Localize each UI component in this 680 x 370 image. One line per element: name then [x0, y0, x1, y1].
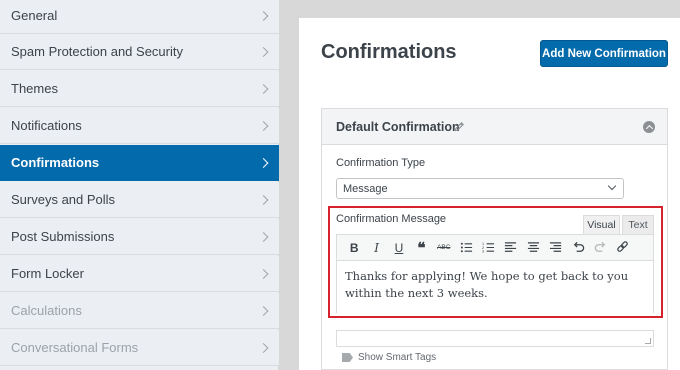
- bullet-list-icon[interactable]: [455, 238, 477, 258]
- sidebar-item-form-locker[interactable]: Form Locker: [0, 256, 279, 292]
- undo-icon[interactable]: [567, 238, 589, 258]
- sidebar-item-label: Themes: [11, 81, 58, 96]
- sidebar-item-conversational-forms[interactable]: Conversational Forms: [0, 330, 279, 366]
- sidebar-item-label: Form Locker: [11, 266, 84, 281]
- confirmation-type-label: Confirmation Type: [336, 157, 426, 169]
- chevron-right-icon: [258, 120, 269, 131]
- chevron-right-icon: [258, 342, 269, 353]
- sidebar-item-themes[interactable]: Themes: [0, 71, 279, 107]
- blockquote-icon[interactable]: ❝: [410, 238, 432, 258]
- confirmation-message-editor[interactable]: Thanks for applying! We hope to get back…: [336, 261, 654, 313]
- italic-icon[interactable]: I: [365, 238, 387, 258]
- box-title: Default Confirmation: [336, 120, 460, 134]
- sidebar-item-label: Notifications: [11, 118, 82, 133]
- confirmation-type-select[interactable]: Message: [336, 178, 624, 199]
- align-center-icon[interactable]: [522, 238, 544, 258]
- settings-sidebar: General Spam Protection and Security The…: [0, 0, 279, 370]
- sidebar-item-notifications[interactable]: Notifications: [0, 108, 279, 144]
- sidebar-item-label: Post Submissions: [11, 229, 115, 244]
- chevron-down-icon: [607, 181, 617, 191]
- sidebar-item-calculations[interactable]: Calculations: [0, 293, 279, 329]
- link-icon[interactable]: [612, 238, 634, 258]
- sidebar-item-spam-protection[interactable]: Spam Protection and Security: [0, 34, 279, 70]
- tag-icon: [342, 353, 353, 362]
- show-smart-tags-link[interactable]: Show Smart Tags: [342, 352, 436, 363]
- editor-toolbar: B I U ❝ ABC 123: [336, 234, 654, 261]
- sidebar-item-label: Confirmations: [11, 155, 100, 170]
- chevron-right-icon: [258, 231, 269, 242]
- sidebar-item-label: Conversational Forms: [11, 340, 139, 355]
- sidebar-item-label: General: [11, 8, 58, 23]
- strikethrough-icon[interactable]: ABC: [433, 238, 455, 258]
- svg-text:3: 3: [482, 250, 484, 254]
- sidebar-item-label: Spam Protection and Security: [11, 44, 183, 59]
- sidebar-item-label: Calculations: [11, 303, 82, 318]
- underline-icon[interactable]: U: [388, 238, 410, 258]
- chevron-right-icon: [258, 157, 269, 168]
- select-value: Message: [343, 182, 388, 195]
- box-header[interactable]: Default Confirmation: [322, 109, 667, 145]
- sidebar-item-label: Surveys and Polls: [11, 192, 116, 207]
- collapse-up-icon[interactable]: [643, 121, 655, 133]
- sidebar-item-confirmations[interactable]: Confirmations: [0, 145, 279, 181]
- sidebar-item-general[interactable]: General: [0, 0, 279, 34]
- confirmation-message-label: Confirmation Message: [336, 213, 447, 225]
- align-right-icon[interactable]: [545, 238, 567, 258]
- smart-tags-label: Show Smart Tags: [358, 352, 437, 363]
- chevron-right-icon: [258, 83, 269, 94]
- sidebar-item-surveys-polls[interactable]: Surveys and Polls: [0, 182, 279, 218]
- tab-visual[interactable]: Visual: [583, 215, 620, 235]
- bold-icon[interactable]: B: [343, 238, 365, 258]
- editor-resize-area[interactable]: [336, 330, 654, 347]
- default-confirmation-box: Default Confirmation Confirmation Type M…: [321, 108, 668, 370]
- numbered-list-icon[interactable]: 123: [477, 238, 499, 258]
- sidebar-item-post-submissions[interactable]: Post Submissions: [0, 219, 279, 255]
- resize-handle-icon[interactable]: [645, 338, 651, 344]
- align-left-icon[interactable]: [500, 238, 522, 258]
- add-new-confirmation-button[interactable]: Add New Confirmation: [540, 40, 668, 67]
- chevron-right-icon: [258, 46, 269, 57]
- chevron-right-icon: [258, 268, 269, 279]
- chevron-right-icon: [258, 194, 269, 205]
- tab-text[interactable]: Text: [622, 215, 654, 235]
- chevron-right-icon: [258, 305, 269, 316]
- pencil-icon[interactable]: [453, 120, 466, 133]
- redo-icon[interactable]: [589, 238, 611, 258]
- chevron-right-icon: [258, 10, 269, 21]
- main-panel: Confirmations Add New Confirmation Defau…: [299, 18, 680, 370]
- page-title: Confirmations: [321, 41, 457, 63]
